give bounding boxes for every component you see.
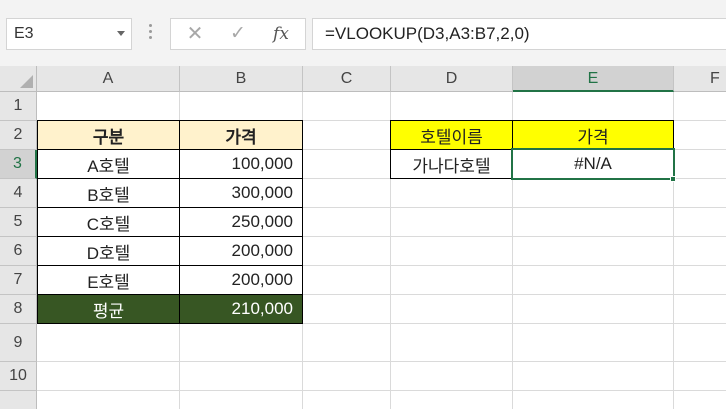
drag-handle-icon[interactable] xyxy=(149,24,153,44)
insert-function-icon[interactable]: fx xyxy=(261,19,301,49)
formula-input[interactable]: =VLOOKUP(D3,A3:B7,2,0) xyxy=(312,18,726,50)
cell-b3-price[interactable]: 100,000 xyxy=(179,149,303,179)
row-header-11[interactable] xyxy=(0,391,37,409)
cell-b2-price-header[interactable]: 가격 xyxy=(179,120,303,150)
column-header-f[interactable]: F xyxy=(674,66,726,92)
cell-b7-price[interactable]: 200,000 xyxy=(179,265,303,295)
name-box[interactable]: E3 xyxy=(6,18,132,50)
cancel-icon[interactable]: ✕ xyxy=(175,19,215,49)
column-header-d[interactable]: D xyxy=(391,66,513,92)
cell-a8-average-label[interactable]: 평균 xyxy=(37,294,180,324)
cell-a7-hotel[interactable]: E호텔 xyxy=(37,265,180,295)
cell-a5-hotel[interactable]: C호텔 xyxy=(37,207,180,237)
row-header-8[interactable]: 8 xyxy=(0,295,37,324)
row-header-6[interactable]: 6 xyxy=(0,237,37,266)
row-header-10[interactable]: 10 xyxy=(0,362,37,391)
row-header-7[interactable]: 7 xyxy=(0,266,37,295)
chevron-down-icon[interactable] xyxy=(117,31,125,36)
cell-a6-hotel[interactable]: D호텔 xyxy=(37,236,180,266)
cell-b5-price[interactable]: 250,000 xyxy=(179,207,303,237)
fill-handle[interactable] xyxy=(670,176,676,182)
column-header-a[interactable]: A xyxy=(37,66,180,92)
column-header-e[interactable]: E xyxy=(513,66,674,92)
row-header-4[interactable]: 4 xyxy=(0,179,37,208)
column-header-b[interactable]: B xyxy=(180,66,303,92)
row-header-2[interactable]: 2 xyxy=(0,121,37,150)
row-header-3[interactable]: 3 xyxy=(0,150,37,179)
cell-a3-hotel[interactable]: A호텔 xyxy=(37,149,180,179)
row-header-1[interactable]: 1 xyxy=(0,92,37,121)
cell-d2-hotel-name-header[interactable]: 호텔이름 xyxy=(390,120,513,150)
cell-b6-price[interactable]: 200,000 xyxy=(179,236,303,266)
active-cell-selection xyxy=(511,148,675,180)
row-header-9[interactable]: 9 xyxy=(0,324,37,362)
formula-buttons: ✕ ✓ fx xyxy=(170,18,306,50)
enter-icon[interactable]: ✓ xyxy=(218,19,258,49)
cell-b4-price[interactable]: 300,000 xyxy=(179,178,303,208)
row-header-5[interactable]: 5 xyxy=(0,208,37,237)
select-all-button[interactable] xyxy=(0,66,37,92)
name-box-value: E3 xyxy=(14,25,34,42)
cell-b8-average-value[interactable]: 210,000 xyxy=(179,294,303,324)
cell-d3-lookup-input[interactable]: 가나다호텔 xyxy=(390,149,513,179)
formula-bar: E3 ✕ ✓ fx =VLOOKUP(D3,A3:B7,2,0) xyxy=(0,0,726,66)
cell-a4-hotel[interactable]: B호텔 xyxy=(37,178,180,208)
cell-a2-category-header[interactable]: 구분 xyxy=(37,120,180,150)
spreadsheet-grid: A B C D E F 1 2 3 4 5 6 7 8 9 10 구분 가격 A… xyxy=(0,66,726,409)
column-header-c[interactable]: C xyxy=(303,66,391,92)
cell-e2-price-header[interactable]: 가격 xyxy=(512,120,674,150)
